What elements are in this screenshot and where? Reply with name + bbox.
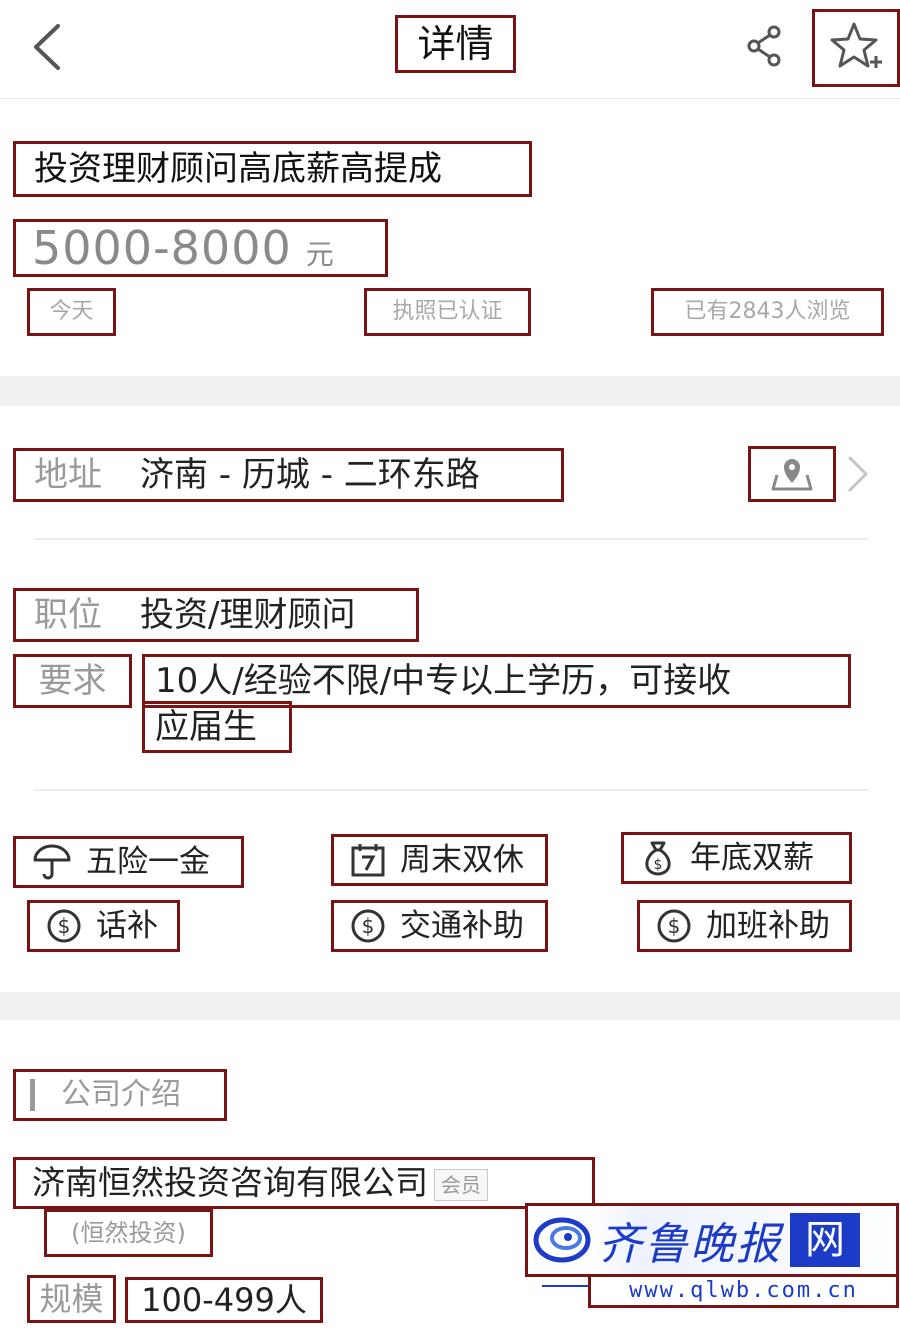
divider	[34, 538, 868, 540]
address-value: 济南 - 历城 - 二环东路	[140, 455, 480, 495]
svg-text:$: $	[668, 914, 681, 938]
requirement-text-line2: 应届生	[142, 701, 292, 753]
back-icon[interactable]	[28, 22, 72, 72]
position-row: 职位 投资/理财顾问	[13, 588, 419, 642]
calendar-icon	[351, 844, 385, 877]
section-marker	[30, 1079, 35, 1111]
divider	[34, 789, 868, 791]
salary: 5000-8000 元	[13, 219, 388, 277]
license-verified: 执照已认证	[364, 288, 531, 336]
benefit-tag: $ 话补	[27, 900, 180, 952]
watermark-brand: 齐鲁晚报	[598, 1219, 782, 1270]
svg-text:$: $	[58, 914, 71, 938]
watermark-url: www.qlwb.com.cn	[588, 1274, 899, 1308]
address-label: 地址	[34, 455, 102, 495]
posted-date: 今天	[27, 288, 116, 336]
dollar-icon: $	[47, 909, 81, 943]
share-icon[interactable]	[744, 24, 788, 68]
page-title: 详情	[395, 15, 516, 73]
svg-text:$: $	[654, 857, 663, 873]
company-name: 济南恒然投资咨询有限公司	[32, 1163, 428, 1202]
section-title-text: 公司介绍	[61, 1077, 181, 1112]
salary-range: 5000-8000	[32, 221, 292, 275]
benefit-label: 五险一金	[86, 844, 210, 880]
address-row[interactable]: 地址 济南 - 历城 - 二环东路	[13, 448, 564, 502]
position-value: 投资/理财顾问	[140, 595, 356, 635]
salary-unit: 元	[305, 238, 334, 271]
chevron-right-icon[interactable]	[842, 452, 872, 496]
dollar-icon: $	[657, 909, 691, 943]
position-label: 职位	[34, 595, 102, 635]
section-divider	[0, 992, 900, 1020]
scale-value: 100-499人	[125, 1277, 323, 1323]
benefit-tag: $ 加班补助	[637, 900, 852, 952]
section-divider	[0, 376, 900, 406]
top-nav-bar: 详情	[0, 0, 900, 99]
svg-text:$: $	[362, 914, 375, 938]
benefit-tag: 周末双休	[331, 834, 548, 886]
job-title: 投资理财顾问高底薪高提成	[13, 141, 532, 197]
dollar-icon: $	[351, 909, 385, 943]
benefit-label: 交通补助	[400, 908, 524, 944]
swirl-logo-icon	[533, 1217, 591, 1263]
watermark-rule	[542, 1285, 590, 1287]
money-bag-icon: $	[645, 841, 671, 876]
benefit-tag: 五险一金	[13, 836, 244, 888]
benefit-label: 年底双薪	[690, 840, 814, 876]
member-badge: 会员	[434, 1168, 488, 1201]
watermark-logo: 齐鲁晚报 网	[525, 1203, 899, 1277]
company-short-name: (恒然投资)	[44, 1209, 213, 1257]
watermark-brand-suffix: 网	[790, 1213, 860, 1267]
benefit-label: 话补	[96, 908, 158, 944]
benefit-tag: $ 交通补助	[331, 900, 548, 952]
map-location-icon[interactable]	[748, 446, 836, 502]
company-name-row[interactable]: 济南恒然投资咨询有限公司 会员	[13, 1157, 595, 1209]
favorite-add-icon[interactable]	[812, 9, 900, 87]
requirement-label: 要求	[13, 654, 132, 708]
benefit-label: 周末双休	[400, 842, 524, 878]
view-count: 已有2843人浏览	[651, 288, 884, 336]
scale-label: 规模	[27, 1275, 116, 1323]
section-title-company: 公司介绍	[13, 1069, 227, 1121]
benefit-tag: $ 年底双薪	[621, 832, 852, 884]
requirement-text-line1: 10人/经验不限/中专以上学历，可接收	[142, 654, 851, 708]
umbrella-icon	[33, 844, 71, 880]
benefit-label: 加班补助	[706, 908, 830, 944]
